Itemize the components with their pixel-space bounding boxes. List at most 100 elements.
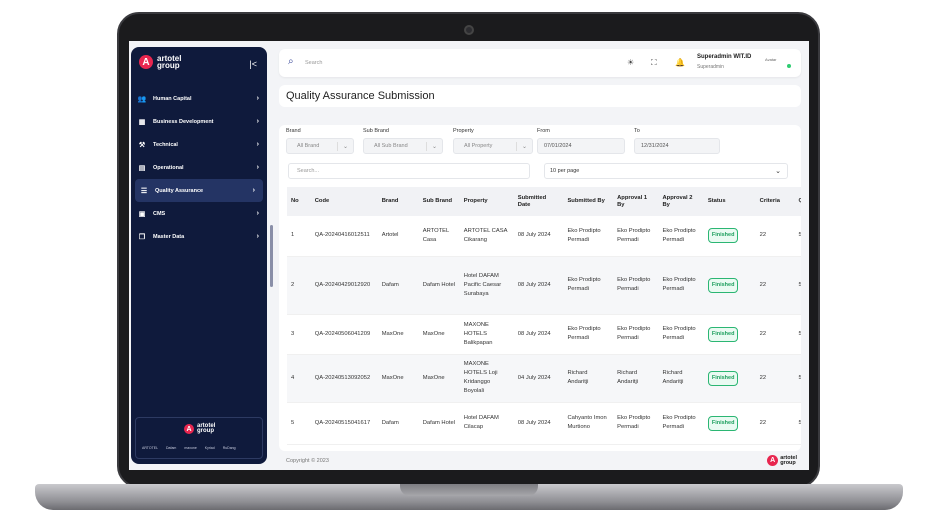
column-header[interactable]: Approval 2 By xyxy=(658,187,704,216)
sidebar-item-quality-assurance[interactable]: ☰ Quality Assurance › xyxy=(135,179,263,202)
table-cell: 4 xyxy=(287,354,311,403)
footer-brand-logo: A artotel group xyxy=(184,423,215,434)
sidebar-item-technical[interactable]: ⚒ Technical › xyxy=(131,133,267,156)
theme-toggle-icon[interactable]: ☀ xyxy=(627,58,634,67)
column-header[interactable]: Status xyxy=(703,187,756,216)
sidebar-item-human-capital[interactable]: 👥 Human Capital › xyxy=(131,87,267,110)
column-header[interactable]: Approval 1 By xyxy=(613,187,659,216)
status-badge: Finished xyxy=(707,415,739,431)
table-cell: QA-20240513092052 xyxy=(310,354,378,403)
partner-brand: ARTOTEL xyxy=(142,446,159,450)
table-cell: 55 xyxy=(794,354,801,403)
sub-brand-filter-label: Sub Brand xyxy=(363,128,389,134)
table-row[interactable]: 3 QA-20240506041209 MaxOne MaxOne MAXONE HOT… xyxy=(287,314,801,355)
table-cell: 55 xyxy=(794,216,801,257)
table-cell: Dafam Hotel xyxy=(418,256,460,315)
laptop-notch xyxy=(400,484,538,496)
chevron-right-icon: › xyxy=(256,233,259,240)
table-cell: 55 xyxy=(794,402,801,445)
column-header[interactable]: Sub Brand xyxy=(418,187,460,216)
footer-logo: A artotel group xyxy=(767,455,797,466)
global-search-input[interactable]: Search xyxy=(305,60,322,66)
table-cell: Eko Prodipto Permadi xyxy=(658,402,704,445)
table-cell: Eko Prodipto Permadi xyxy=(613,314,659,355)
column-header[interactable]: Brand xyxy=(377,187,419,216)
table-cell: 2 xyxy=(287,256,311,315)
sidebar-menu: 👥 Human Capital › ▦ Business Development › ⚒ Te… xyxy=(131,87,267,248)
sidebar-item-label: Quality Assurance xyxy=(155,187,204,194)
sub-brand-filter-select[interactable]: All Sub Brand ⌄ xyxy=(363,138,443,154)
table-cell: QA-20240515041617 xyxy=(310,402,378,445)
table-cell: QA-20240429012920 xyxy=(310,256,378,315)
column-header[interactable]: No xyxy=(287,187,311,216)
collapse-sidebar-icon[interactable]: |< xyxy=(249,59,257,69)
table-cell: 22 xyxy=(755,256,795,315)
sidebar-item-label: CMS xyxy=(153,210,166,217)
app-logo[interactable]: A artotel group xyxy=(139,55,193,70)
user-role: Superadmin xyxy=(697,64,724,70)
sidebar-item-label: Business Development xyxy=(153,118,214,125)
table-cell: MaxOne xyxy=(377,314,419,355)
partner-brand: Kyriad xyxy=(204,446,215,450)
brand-filter-select[interactable]: All Brand ⌄ xyxy=(286,138,354,154)
to-date-label: To xyxy=(634,128,640,134)
submissions-table: No Code Brand Sub Brand Property Submitted Da… xyxy=(287,187,801,445)
table-cell: 22 xyxy=(755,354,795,403)
column-header[interactable]: Property xyxy=(459,187,514,216)
table-row[interactable]: 2 QA-20240429012920 Dafam Dafam Hotel Hotel … xyxy=(287,256,801,315)
avatar[interactable]: Avatar xyxy=(765,57,789,69)
table-search-input[interactable]: Search... xyxy=(288,163,530,179)
status-cell: Finished xyxy=(703,256,756,315)
table-cell: Eko Prodipto Permadi xyxy=(613,256,659,315)
status-badge: Finished xyxy=(707,326,739,342)
sidebar-item-label: Master Data xyxy=(153,233,185,240)
table-row[interactable]: 1 QA-20240416012511 Artotel ARTOTEL Casa ART… xyxy=(287,216,801,257)
table-cell: Dafam xyxy=(377,402,419,445)
sidebar-item-operational[interactable]: ▤ Operational › xyxy=(131,156,267,179)
status-badge: Finished xyxy=(707,277,739,293)
building-icon: ▦ xyxy=(138,118,146,126)
from-date-input[interactable]: 07/01/2024 xyxy=(537,138,625,154)
column-header[interactable]: Submitted Date xyxy=(513,187,564,216)
column-header[interactable]: Submitted By xyxy=(563,187,614,216)
status-cell: Finished xyxy=(703,216,756,257)
partner-brand: maxone xyxy=(184,446,197,450)
table-cell: Eko Prodipto Permadi xyxy=(613,216,659,257)
logo-text-line2: group xyxy=(157,61,180,70)
table-cell: 08 July 2024 xyxy=(513,314,564,355)
table-cell: QA-20240416012511 xyxy=(310,216,378,257)
table-row[interactable]: 5 QA-20240515041617 Dafam Dafam Hotel Hotel … xyxy=(287,402,801,445)
column-header[interactable]: Criteria xyxy=(755,187,795,216)
user-name[interactable]: Superadmin WIT.ID xyxy=(697,54,751,60)
sidebar-item-cms[interactable]: ▣ CMS › xyxy=(131,202,267,225)
column-header[interactable]: Code xyxy=(310,187,378,216)
table-cell: Richard Andaritji xyxy=(613,354,659,403)
cms-icon: ▣ xyxy=(138,210,146,218)
property-filter-label: Property xyxy=(453,128,474,134)
table-cell: Richard Andaritji xyxy=(658,354,704,403)
to-date-input[interactable]: 12/31/2024 xyxy=(634,138,720,154)
search-icon[interactable]: ⌕ xyxy=(288,56,294,67)
property-filter-select[interactable]: All Property ⌄ xyxy=(453,138,533,154)
table-header-row: No Code Brand Sub Brand Property Submitted Da… xyxy=(287,187,801,216)
users-icon: 👥 xyxy=(137,95,147,103)
column-header[interactable]: Quest xyxy=(794,187,801,216)
online-status-dot xyxy=(787,64,791,68)
status-badge: Finished xyxy=(707,228,739,244)
status-cell: Finished xyxy=(703,314,756,355)
per-page-select[interactable]: 10 per page ⌄ xyxy=(544,163,788,179)
sidebar-item-business-development[interactable]: ▦ Business Development › xyxy=(131,110,267,133)
status-cell: Finished xyxy=(703,402,756,445)
table-cell: MAXONE HOTELS Loji Kridanggo Boyolali xyxy=(459,354,514,403)
notification-bell-icon[interactable]: 🔔 xyxy=(675,58,685,67)
operations-icon: ▤ xyxy=(138,164,146,172)
fullscreen-icon[interactable]: ⛶ xyxy=(651,58,657,68)
table-cell: Eko Prodipto Permadi xyxy=(658,314,704,355)
chevron-right-icon: › xyxy=(252,187,255,194)
sidebar-scrollbar[interactable] xyxy=(270,225,273,287)
chevron-down-icon: ⌄ xyxy=(521,143,527,150)
table-row[interactable]: 4 QA-20240513092052 MaxOne MaxOne MAXONE HOT… xyxy=(287,354,801,403)
table-cell: 22 xyxy=(755,314,795,355)
table-cell: 1 xyxy=(287,216,311,257)
sidebar-item-master-data[interactable]: ❐ Master Data › xyxy=(131,225,267,248)
